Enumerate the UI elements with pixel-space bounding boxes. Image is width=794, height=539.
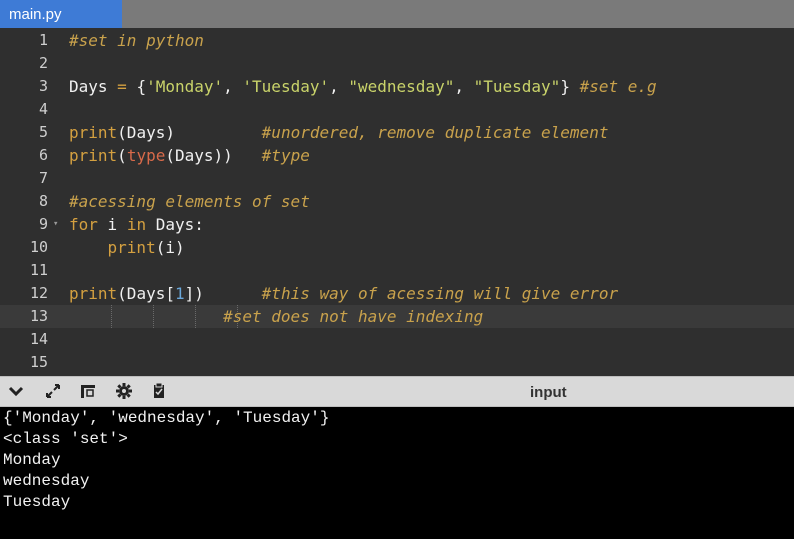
console-output-line: Monday	[3, 451, 61, 469]
tab-bar: main.py	[0, 0, 794, 28]
code-line[interactable]: 11	[0, 259, 794, 282]
code-token: (i)	[155, 238, 185, 257]
code-token: "Tuesday"	[473, 77, 561, 96]
code-text: Days = {'Monday', 'Tuesday', "wednesday"…	[69, 75, 657, 98]
layout-icon[interactable]	[76, 381, 100, 403]
code-token: 1	[174, 284, 185, 303]
code-token: #set in python	[69, 31, 204, 50]
code-text: for i in Days:	[69, 213, 204, 236]
console-title: input	[530, 384, 567, 401]
line-number: 8	[38, 192, 48, 210]
code-token: (Days))	[165, 146, 262, 165]
code-line[interactable]: 12 print(Days[1]) #this way of acessing w…	[0, 282, 794, 305]
code-line[interactable]: 7	[0, 167, 794, 190]
code-token: Days	[69, 77, 118, 96]
fold-arrow-icon[interactable]: ▾	[53, 213, 58, 236]
code-line[interactable]: 1 #set in python	[0, 29, 794, 52]
line-number: 14	[29, 330, 48, 348]
code-line[interactable]: 5 print(Days) #unordered, remove duplicat…	[0, 121, 794, 144]
code-token: for	[69, 215, 98, 234]
code-line[interactable]: 14	[0, 328, 794, 351]
console-output: {'Monday', 'wednesday', 'Tuesday'} <class…	[0, 407, 794, 539]
chevron-down-icon[interactable]	[4, 381, 28, 403]
gear-icon[interactable]	[112, 381, 136, 403]
code-token: (Days[	[117, 284, 175, 303]
line-number: 5	[38, 123, 48, 141]
code-token: 'Tuesday'	[242, 77, 330, 96]
line-number: 15	[29, 353, 48, 371]
console-output-line: {'Monday', 'wednesday', 'Tuesday'}	[3, 409, 330, 427]
code-token: #unordered, remove duplicate element	[261, 123, 609, 142]
code-token: (Days)	[117, 123, 262, 142]
code-line[interactable]: 15	[0, 351, 794, 374]
code-token: {	[126, 77, 147, 96]
line-number: 4	[38, 100, 48, 118]
code-text: #set does not have indexing	[69, 305, 483, 328]
line-number: 12	[29, 284, 48, 302]
code-token: print	[69, 123, 118, 142]
console-output-line: wednesday	[3, 472, 90, 490]
code-editor[interactable]: 1 #set in python 2 3 Days = {'Monday', 'Tues…	[0, 28, 794, 376]
code-token: ])	[184, 284, 262, 303]
line-number: 2	[38, 54, 48, 72]
code-token: in	[126, 215, 147, 234]
line-number: 7	[38, 169, 48, 187]
code-token: i	[97, 215, 127, 234]
console-output-line: <class 'set'>	[3, 430, 128, 448]
code-line[interactable]: 8 #acessing elements of set	[0, 190, 794, 213]
console-output-line: Tuesday	[3, 493, 71, 511]
code-token: print	[69, 284, 118, 303]
code-token: "wednesday"	[348, 77, 455, 96]
code-line[interactable]: 4	[0, 98, 794, 121]
clipboard-icon[interactable]	[147, 381, 171, 403]
code-token: ,	[329, 77, 349, 96]
expand-icon[interactable]	[41, 381, 65, 403]
line-number: 3	[38, 77, 48, 95]
code-text: print(i)	[69, 236, 185, 259]
line-number: 11	[29, 261, 48, 279]
code-token: }	[560, 77, 580, 96]
code-token: =	[117, 77, 127, 96]
code-token: ,	[454, 77, 474, 96]
code-line[interactable]: 9 ▾ for i in Days:	[0, 213, 794, 236]
code-line[interactable]: 13 #set does not have indexing	[0, 305, 794, 328]
tab-main-py[interactable]: main.py	[0, 0, 122, 28]
console-toolbar: input	[0, 376, 794, 407]
code-token: #this way of acessing will give error	[261, 284, 619, 303]
code-token: #set e.g	[579, 77, 657, 96]
code-text: print(Days[1]) #this way of acessing wil…	[69, 282, 618, 305]
code-text: print(Days) #unordered, remove duplicate…	[69, 121, 608, 144]
code-text: print(type(Days)) #type	[69, 144, 310, 167]
code-line[interactable]: 3 Days = {'Monday', 'Tuesday', "wednesday…	[0, 75, 794, 98]
code-token: #type	[261, 146, 310, 165]
code-token: type	[126, 146, 166, 165]
code-token: #set does not have indexing	[223, 307, 484, 326]
code-token: ,	[223, 77, 243, 96]
line-number: 13	[29, 307, 48, 325]
code-token: Days:	[146, 215, 204, 234]
code-token: print	[107, 238, 156, 257]
code-line[interactable]: 2	[0, 52, 794, 75]
code-line[interactable]: 6 print(type(Days)) #type	[0, 144, 794, 167]
line-number: 6	[38, 146, 48, 164]
code-token: (	[117, 146, 127, 165]
code-token: #acessing elements of set	[69, 192, 310, 211]
code-token: print	[69, 146, 118, 165]
line-number: 9	[38, 215, 48, 233]
code-text: #acessing elements of set	[69, 190, 310, 213]
line-number: 10	[29, 238, 48, 256]
code-text: #set in python	[69, 29, 204, 52]
code-line[interactable]: 10 print(i)	[0, 236, 794, 259]
line-number: 1	[38, 31, 48, 49]
code-token: 'Monday'	[146, 77, 224, 96]
